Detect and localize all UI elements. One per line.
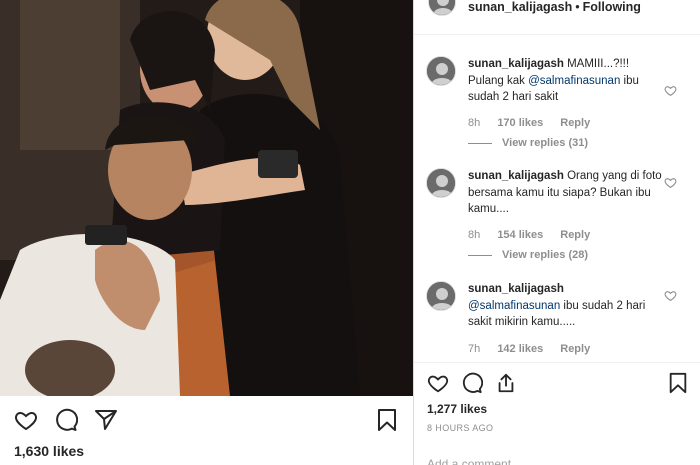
view-replies-label: View replies (28) bbox=[502, 249, 589, 261]
reply-button[interactable]: Reply bbox=[560, 343, 590, 355]
view-replies-line bbox=[468, 254, 492, 256]
comment-like-heart-icon[interactable] bbox=[664, 84, 678, 98]
comment-icon[interactable] bbox=[460, 371, 484, 395]
avatar[interactable] bbox=[426, 281, 456, 311]
view-replies-button[interactable]: View replies (28) bbox=[468, 249, 588, 261]
avatar[interactable] bbox=[426, 56, 456, 86]
follow-status-button[interactable]: Following bbox=[583, 0, 641, 14]
comment-meta: 8h 154 likes Reply bbox=[468, 229, 604, 241]
view-replies-line bbox=[468, 142, 492, 144]
comments-panel: sunan_kalijagash • Following sunan_kalijag… bbox=[414, 0, 700, 465]
comment-like-heart-icon[interactable] bbox=[664, 289, 678, 303]
comment-meta: 8h 170 likes Reply bbox=[468, 117, 604, 129]
post-timestamp[interactable]: 8 HOURS AGO bbox=[427, 423, 493, 433]
comment-likes[interactable]: 170 likes bbox=[497, 117, 543, 129]
comment-item: sunan_kalijagash @salmafinasunan ibu sud… bbox=[414, 281, 700, 361]
comments-action-bar bbox=[414, 368, 700, 398]
comment-text: sunan_kalijagash MAMIII...?!!! Pulang ka… bbox=[468, 56, 668, 106]
comment-likes[interactable]: 154 likes bbox=[497, 229, 543, 241]
comment-mention-link[interactable]: @salmafinasunan bbox=[528, 75, 620, 87]
bookmark-icon[interactable] bbox=[373, 406, 401, 434]
view-replies-label: View replies (31) bbox=[502, 137, 589, 149]
post-photo-illustration bbox=[0, 0, 413, 396]
avatar[interactable] bbox=[426, 168, 456, 198]
heart-icon[interactable] bbox=[12, 406, 40, 434]
post-photo[interactable] bbox=[0, 0, 413, 396]
comment-like-heart-icon[interactable] bbox=[664, 176, 678, 190]
reply-button[interactable]: Reply bbox=[560, 229, 590, 241]
comment-icon[interactable] bbox=[52, 406, 80, 434]
comment-text: sunan_kalijagash Orang yang di foto bers… bbox=[468, 168, 668, 218]
comment-username[interactable]: sunan_kalijagash bbox=[468, 283, 564, 295]
header-divider bbox=[414, 34, 700, 35]
share-icon[interactable] bbox=[494, 371, 518, 395]
comment-item: sunan_kalijagash MAMIII...?!!! Pulang ka… bbox=[414, 56, 700, 156]
post-likes-count[interactable]: 1,630 likes bbox=[14, 443, 84, 459]
post-action-bar bbox=[0, 402, 413, 438]
comment-time[interactable]: 8h bbox=[468, 229, 480, 241]
heart-icon[interactable] bbox=[426, 371, 450, 395]
reply-button[interactable]: Reply bbox=[560, 117, 590, 129]
header-username-line: sunan_kalijagash • Following bbox=[468, 0, 641, 14]
post-media-panel: 1,630 likes bbox=[0, 0, 413, 465]
share-icon[interactable] bbox=[92, 406, 120, 434]
post-header: sunan_kalijagash • Following bbox=[414, 0, 700, 22]
header-separator: • bbox=[575, 0, 580, 14]
actions-divider bbox=[414, 362, 700, 363]
add-comment-input[interactable]: Add a comment... bbox=[427, 457, 521, 465]
comment-mention-link[interactable]: @salmafinasunan bbox=[468, 300, 560, 312]
comment-time[interactable]: 7h bbox=[468, 343, 480, 355]
comment-meta: 7h 142 likes Reply bbox=[468, 343, 604, 355]
comment-likes[interactable]: 142 likes bbox=[497, 343, 543, 355]
avatar[interactable] bbox=[428, 0, 456, 16]
post-likes-count[interactable]: 1,277 likes bbox=[427, 402, 487, 416]
comment-text: sunan_kalijagash @salmafinasunan ibu sud… bbox=[468, 281, 668, 331]
comment-username[interactable]: sunan_kalijagash bbox=[468, 58, 564, 70]
comment-username[interactable]: sunan_kalijagash bbox=[468, 170, 564, 182]
comment-time[interactable]: 8h bbox=[468, 117, 480, 129]
comment-item: sunan_kalijagash Orang yang di foto bers… bbox=[414, 168, 700, 268]
bookmark-icon[interactable] bbox=[666, 371, 690, 395]
view-replies-button[interactable]: View replies (31) bbox=[468, 137, 588, 149]
header-username[interactable]: sunan_kalijagash bbox=[468, 0, 572, 14]
